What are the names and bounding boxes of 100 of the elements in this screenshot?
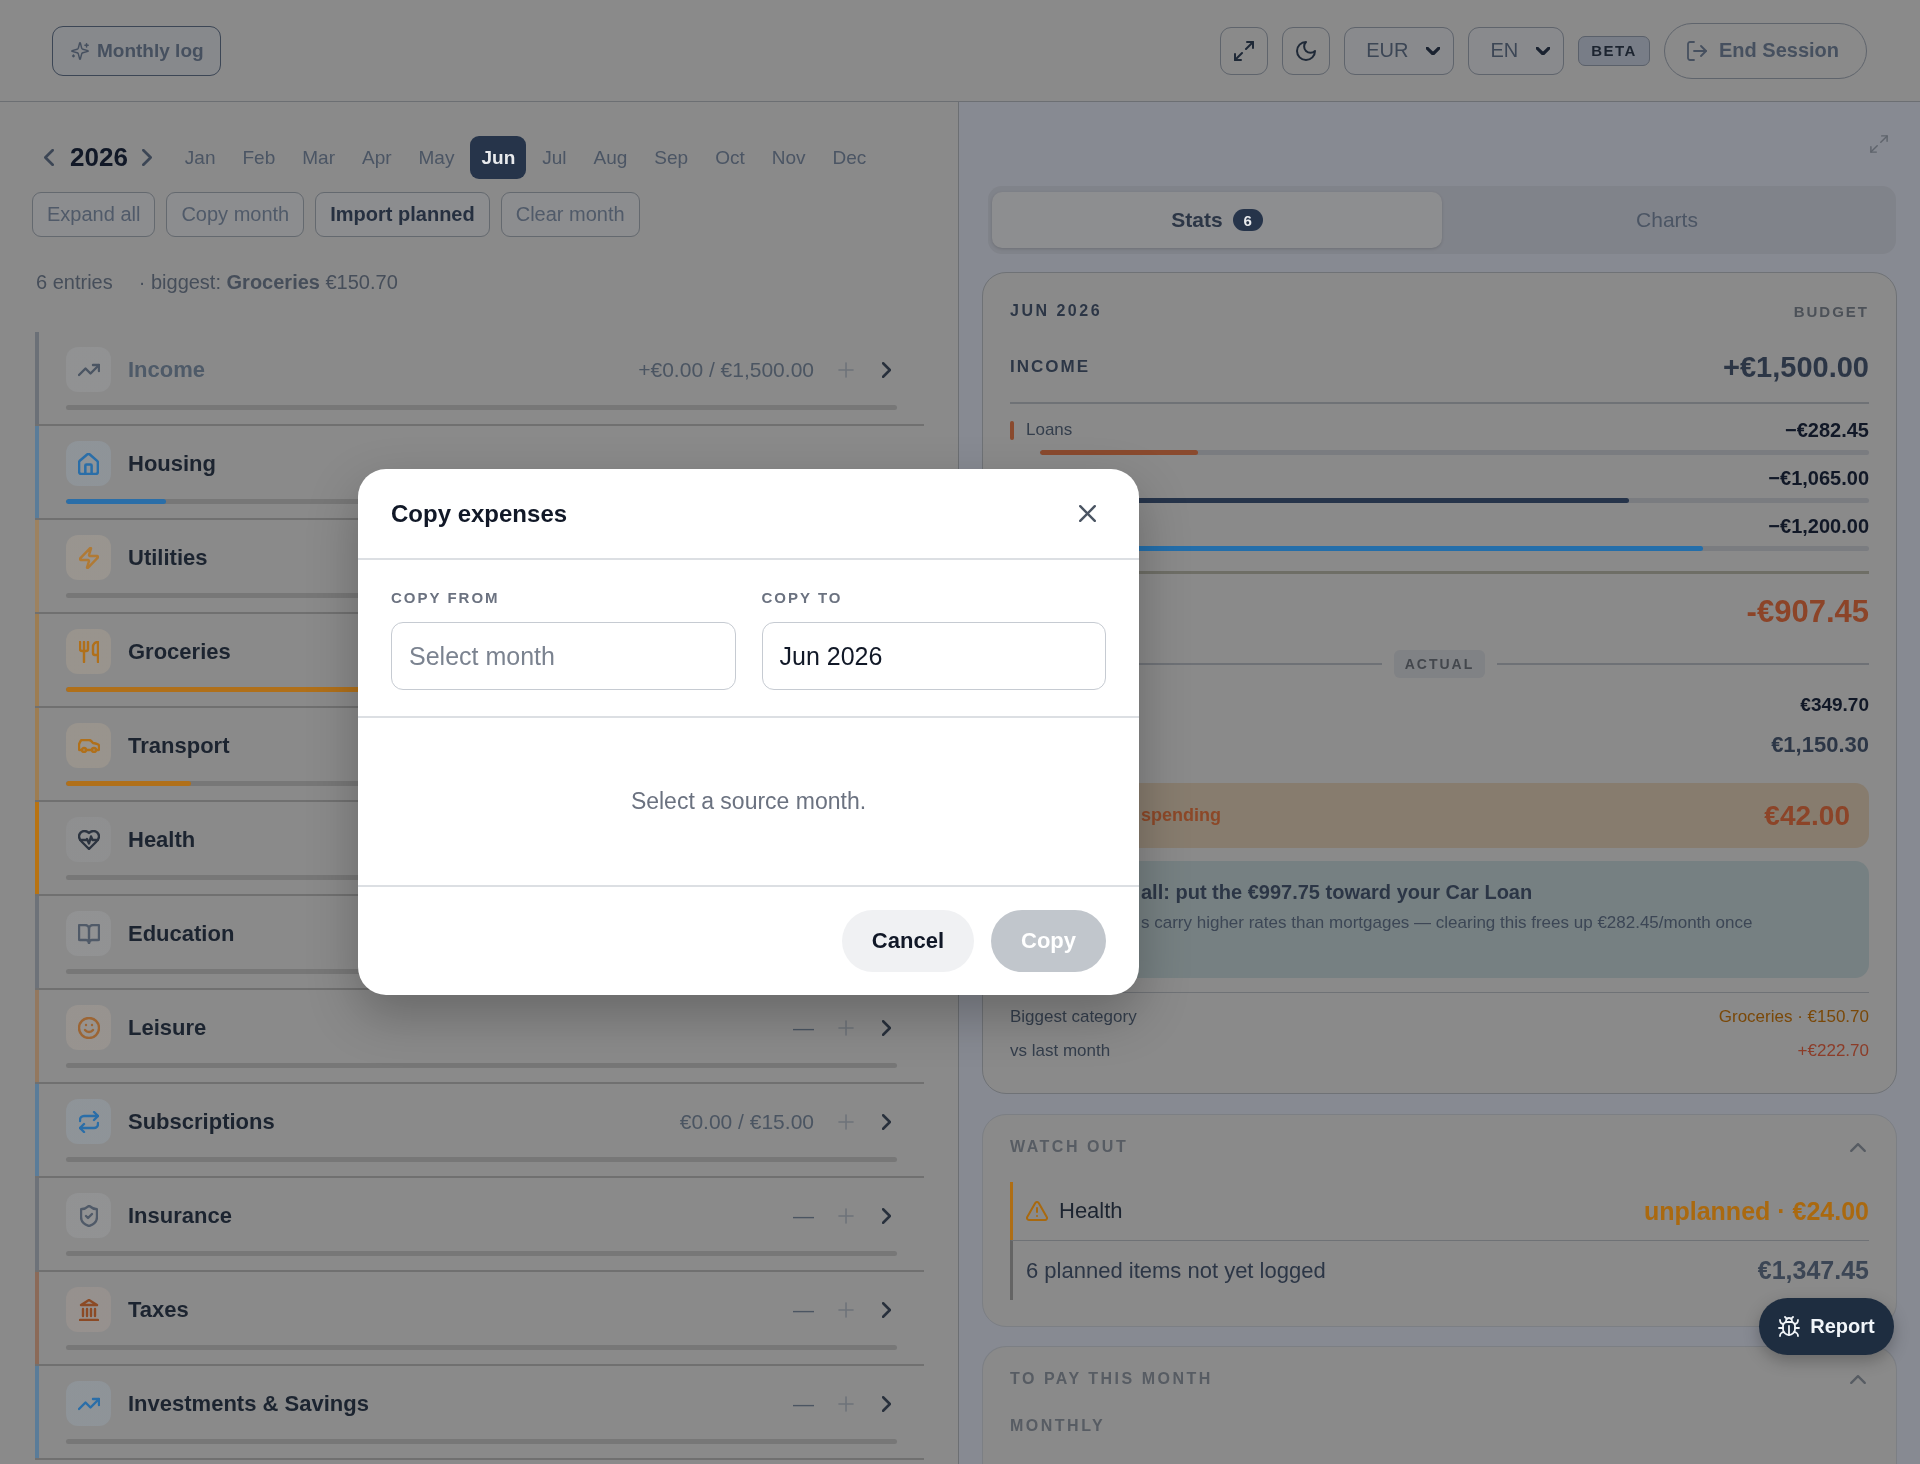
category-name: Housing [128,450,216,477]
shield-check-icon [66,1193,111,1238]
category-name: Groceries [128,638,231,665]
fact-value: +€222.70 [1797,1041,1869,1061]
category-name: Income [128,356,206,383]
planned-amount: −€282.45 [1785,418,1869,442]
panel-tab[interactable]: Stats 6 [992,192,1442,248]
month-tab[interactable]: Dec [821,136,878,179]
month-tab[interactable]: Feb [231,136,287,179]
beta-badge: BETA [1578,35,1650,66]
language-select[interactable]: EN [1468,26,1565,75]
report-button[interactable]: Report [1759,1298,1894,1355]
category-name: Taxes [128,1296,189,1323]
car-icon [66,723,111,768]
bug-icon [1778,1316,1801,1337]
biggest-summary: · biggest: Groceries €150.70 [138,270,398,294]
chevron-up-icon[interactable] [1850,1374,1866,1384]
fact-label: vs last month [1010,1041,1111,1061]
category-name: Utilities [128,544,208,571]
month-tab[interactable]: Oct [704,136,756,179]
chevron-left-icon[interactable] [44,149,54,166]
category-amount: — [793,1015,814,1040]
entry-count: 6 entries [36,270,113,294]
category-name: Investments & Savings [128,1390,369,1417]
category-amount: +€0.00 / €1,500.00 [638,357,814,382]
month-tab[interactable]: Mar [291,136,346,179]
category-name: Health [128,826,196,853]
category-amount: €0.00 / €15.00 [679,1109,814,1134]
category-amount: — [793,1297,814,1322]
action-button[interactable]: Expand all [32,192,156,237]
watch-label: Health [1059,1198,1123,1224]
month-tab[interactable]: Jan [173,136,227,179]
income-label: INCOME [1010,357,1090,377]
actual-amount: €349.70 [1800,694,1869,716]
month-tab[interactable]: May [407,136,466,179]
dialog-button[interactable]: Cancel [841,910,974,972]
heart-pulse-icon [66,817,111,862]
month-tab[interactable]: Nov [760,136,817,179]
planned-amount: −€1,200.00 [1768,514,1869,538]
expand-icon [1234,40,1255,61]
currency-select[interactable]: EUR [1344,26,1455,75]
chevron-right-icon[interactable] [882,1207,891,1224]
watch-label: 6 planned items not yet logged [1026,1257,1326,1284]
month-tab[interactable]: Aug [582,136,639,179]
caret-icon [1536,46,1551,55]
category-name: Insurance [128,1202,232,1229]
trend-up-icon [66,347,111,392]
warning-icon [1026,1201,1048,1221]
chevron-right-icon[interactable] [882,1301,891,1318]
close-icon[interactable] [1079,505,1096,522]
theme-toggle-button[interactable] [1282,26,1331,75]
chevron-right-icon[interactable] [882,1019,891,1036]
fact-value: Groceries · €150.70 [1718,1007,1869,1027]
chevron-up-icon[interactable] [1850,1142,1866,1152]
category-name: Education [128,920,235,947]
field-label: COPY FROM [391,589,501,607]
period-label: JUN 2026 [1010,302,1103,320]
chevron-right-icon[interactable] [882,1395,891,1412]
trend-up-icon [66,1381,111,1426]
alert-amount: €42.00 [1764,799,1850,832]
logout-icon [1686,40,1707,61]
action-button[interactable]: Copy month [166,192,305,237]
fullscreen-button[interactable] [1220,26,1269,75]
category-name: Transport [128,732,230,759]
field-label: COPY TO [761,589,844,607]
month-tab[interactable]: Jun [470,136,527,179]
category-name: Subscriptions [128,1108,275,1135]
dialog-title: Copy expenses [391,499,568,528]
column-label: BUDGET [1793,302,1869,320]
balance-amount: -€907.45 [1746,594,1869,630]
action-button[interactable]: Clear month [500,192,640,237]
bank-building-icon [66,1287,111,1332]
category-name: Leisure [128,1014,207,1041]
lightning-icon [66,535,111,580]
watch-value: €1,347.45 [1757,1256,1869,1285]
planned-amount: −€1,065.00 [1768,466,1869,490]
month-tab[interactable]: Jul [531,136,578,179]
fact-label: Biggest category [1010,1007,1137,1027]
action-button[interactable]: Import planned [315,192,490,237]
monthly-log-button[interactable]: Monthly log [52,25,221,76]
chevron-right-icon[interactable] [882,1113,891,1130]
caret-icon [1426,46,1441,55]
fork-knife-icon [66,629,111,674]
month-tab[interactable]: Apr [350,136,403,179]
chevron-right-icon[interactable] [882,361,891,378]
month-input[interactable]: Select month [391,622,736,690]
income-total: +€1,500.00 [1723,350,1869,384]
year-label: 2026 [70,142,128,173]
actual-amount: €1,150.30 [1771,732,1869,758]
chevron-right-icon[interactable] [141,149,152,166]
dialog-message: Select a source month. [630,788,867,815]
month-tab[interactable]: Sep [643,136,700,179]
actual-label: ACTUAL [1393,650,1486,678]
moon-icon [1296,40,1317,61]
sparkle-icon [71,41,89,60]
expand-icon[interactable] [1870,135,1888,153]
tip-title: all: put the €997.75 toward your Car Loan [1141,880,1533,904]
month-input[interactable]: Jun 2026 [761,622,1106,690]
alert-text: spending [1141,805,1221,826]
watch-value: unplanned · €24.00 [1643,1196,1869,1226]
